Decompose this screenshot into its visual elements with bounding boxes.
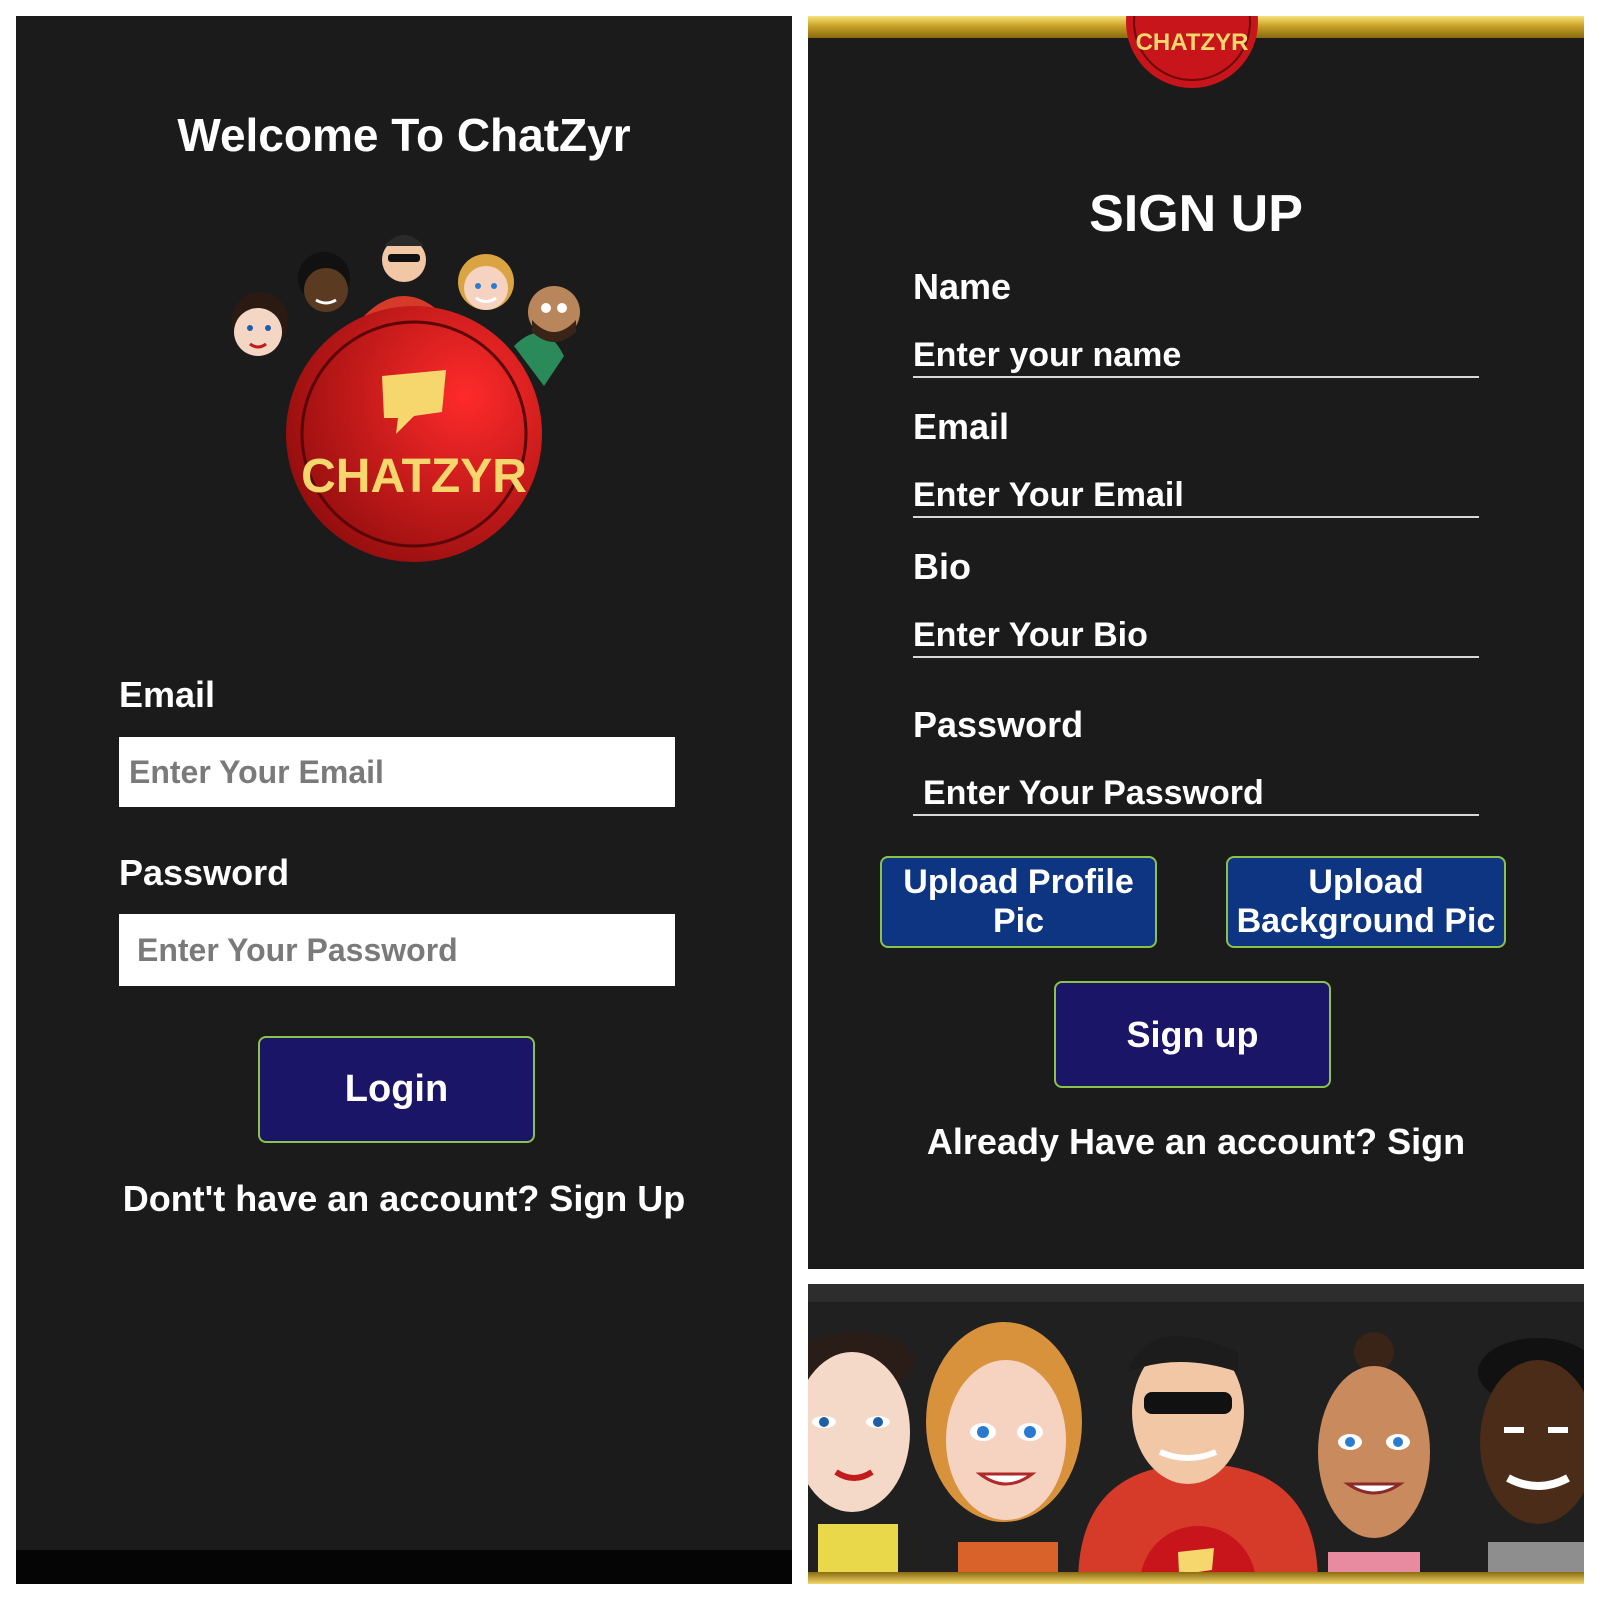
name-label: Name bbox=[913, 266, 1012, 307]
avatar-man-sunglasses bbox=[364, 235, 444, 316]
welcome-title: Welcome To ChatZyr bbox=[177, 109, 631, 161]
password-label: Password bbox=[913, 704, 1084, 745]
upload-background-pic-button[interactable]: Upload Background Pic bbox=[1226, 856, 1506, 948]
password-field[interactable] bbox=[119, 914, 675, 986]
upload-profile-pic-button[interactable]: Upload Profile Pic bbox=[880, 856, 1157, 948]
signup-button[interactable]: Sign up bbox=[1054, 981, 1331, 1088]
avatar-woman-blonde bbox=[926, 1322, 1082, 1584]
password-field[interactable] bbox=[913, 772, 1479, 816]
bio-label: Bio bbox=[913, 546, 971, 587]
splash-illustration bbox=[808, 1284, 1584, 1584]
badge-logo-text: CHATZYR bbox=[1136, 29, 1249, 56]
login-screen: Welcome To ChatZyr CHATZYR Email Enter Y… bbox=[16, 16, 792, 1584]
avatar-man-dark-skin bbox=[298, 252, 350, 312]
avatar-man-sunglasses bbox=[1078, 1336, 1318, 1584]
signin-link[interactable]: Already Have an account? Sign bbox=[808, 1121, 1584, 1163]
cartoon-avatars-image bbox=[808, 1322, 1584, 1584]
signup-link[interactable]: Dont't have an account? Sign Up bbox=[16, 1178, 792, 1220]
email-field[interactable] bbox=[913, 474, 1479, 518]
password-label: Password bbox=[119, 852, 290, 893]
gold-footer-bar bbox=[808, 1572, 1584, 1584]
navigation-bar bbox=[16, 1550, 792, 1584]
login-button[interactable]: Login bbox=[258, 1036, 535, 1143]
avatar-woman-blonde bbox=[458, 254, 514, 310]
chatzyr-badge-logo: CHATZYR bbox=[1126, 16, 1258, 88]
avatar-woman-dark-hair bbox=[808, 1332, 914, 1584]
avatar-woman-dark-hair bbox=[232, 292, 288, 356]
avatar-woman-bun-hair bbox=[1318, 1332, 1430, 1584]
chatzyr-logo: CHATZYR bbox=[232, 235, 580, 562]
email-label: Email bbox=[119, 674, 216, 715]
logo-text: CHATZYR bbox=[301, 450, 527, 503]
avatar-man-dark-skin bbox=[1478, 1338, 1584, 1584]
status-bar bbox=[808, 1284, 1584, 1302]
name-field[interactable] bbox=[913, 334, 1479, 378]
signup-screen: CHATZYR SIGN UP Name Email Bio Password … bbox=[808, 16, 1584, 1269]
email-field[interactable] bbox=[119, 737, 675, 807]
signup-title: SIGN UP bbox=[1089, 185, 1303, 243]
bio-field[interactable] bbox=[913, 614, 1479, 658]
email-label: Email bbox=[913, 406, 1010, 447]
